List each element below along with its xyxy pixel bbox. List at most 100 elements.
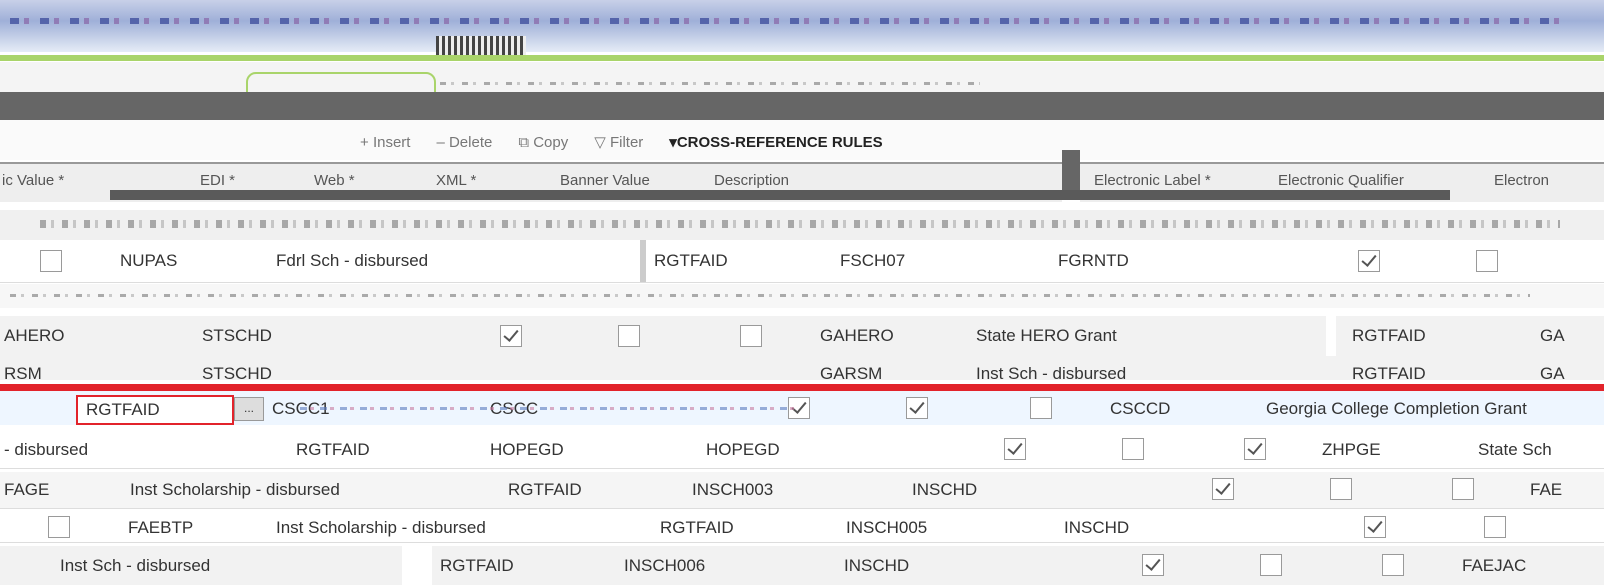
row-banner: CSCCD — [1110, 399, 1171, 418]
row-banner: GAHERO — [820, 326, 894, 345]
filter-label: Filter — [609, 134, 644, 151]
edit-field-value: RGTFAID — [86, 400, 160, 419]
row-checkbox[interactable] — [1364, 516, 1386, 538]
col-banner-value[interactable]: Banner Value — [560, 172, 650, 189]
row-checkbox[interactable] — [1330, 478, 1352, 500]
row-divider — [402, 546, 432, 585]
toolbar-dark-bar — [0, 92, 1604, 120]
green-rule — [0, 55, 1604, 61]
row-checkbox[interactable] — [40, 250, 62, 272]
row-description: Georgia College Completion Grant — [1266, 399, 1527, 418]
filter-button[interactable]: ▽ Filter — [594, 133, 643, 151]
table-row[interactable]: NUPAS Fdrl Sch - disbursed RGTFAID FSCH0… — [0, 240, 1604, 283]
delete-label: Delete — [448, 133, 493, 151]
row-code: STSCHD — [202, 364, 272, 380]
row-checkbox[interactable] — [1260, 554, 1282, 576]
row-checkbox[interactable] — [1484, 516, 1506, 538]
row-banner: GARSM — [820, 364, 883, 380]
title-bar-noise — [10, 18, 1570, 24]
row-label: RGTFAID — [296, 440, 370, 459]
row-description: Inst Sch - disbursed — [60, 556, 211, 575]
row-checkbox[interactable] — [1244, 438, 1266, 460]
row-checkbox[interactable] — [48, 516, 70, 538]
row-qualifier: INSCH005 — [846, 518, 928, 537]
row-value: FAEBTP — [128, 518, 194, 537]
table-row[interactable]: FAEBTP Inst Scholarship - disbursed RGTF… — [0, 512, 1604, 543]
column-divider — [1062, 150, 1080, 195]
row-checkbox[interactable] — [1122, 438, 1144, 460]
col-electronic-cut[interactable]: Electron — [1494, 172, 1549, 189]
row-qualifier: INSCH003 — [692, 480, 774, 499]
col-edi[interactable]: EDI * — [200, 172, 235, 189]
collapse-icon: ▾ — [669, 134, 677, 151]
selected-row-noise — [300, 407, 800, 410]
blurred-row — [0, 210, 1604, 240]
table-row[interactable]: FAGE Inst Scholarship - disbursed RGTFAI… — [0, 472, 1604, 509]
selected-row-border — [0, 384, 1604, 391]
row-checkbox[interactable] — [1452, 478, 1474, 500]
row-cut: State Sch — [1478, 440, 1552, 459]
table-row[interactable]: AHERO STSCHD GAHERO State HERO Grant RGT… — [0, 316, 1604, 357]
row-divider — [1326, 316, 1336, 356]
title-bar — [0, 0, 1604, 52]
toolbar: + Insert – Delete ⧉ Copy ▽ Filter ▾CROSS… — [360, 130, 883, 154]
blurred-row-noise — [40, 220, 1560, 228]
row-checkbox[interactable] — [1358, 250, 1380, 272]
row-description: State HERO Grant — [976, 326, 1117, 345]
row-checkbox[interactable] — [1476, 250, 1498, 272]
table-row[interactable]: - disbursed RGTFAID HOPEGD HOPEGD ZHPGE … — [0, 432, 1604, 469]
blurred-row — [0, 284, 1604, 308]
col-web[interactable]: Web * — [314, 172, 355, 189]
table-row[interactable]: Inst Sch - disbursed RGTFAID INSCH006 IN… — [0, 546, 1604, 585]
col-value[interactable]: ic Value * — [2, 172, 64, 189]
row-checkbox[interactable] — [1030, 397, 1052, 419]
row-label: RGTFAID — [440, 556, 514, 575]
row-cut: FAE — [1530, 480, 1563, 499]
row-description: Fdrl Sch - disbursed — [276, 251, 429, 270]
copy-button[interactable]: ⧉ Copy — [518, 134, 568, 151]
row-qualifier: HOPEGD — [490, 440, 564, 459]
row-divider — [640, 240, 646, 282]
row-description: Inst Scholarship - disbursed — [276, 518, 486, 537]
row-value: FAEJAC — [1462, 556, 1527, 575]
row-value: RSM — [4, 364, 42, 380]
table-row[interactable]: RSM STSCHD GARSM Inst Sch - disbursed RG… — [0, 356, 1604, 380]
edit-field[interactable]: RGTFAID — [76, 395, 234, 425]
breadcrumb-band — [0, 62, 1604, 96]
row-checkbox[interactable] — [740, 325, 762, 347]
copy-label: Copy — [533, 133, 569, 151]
row-checkbox[interactable] — [906, 397, 928, 419]
row-checkbox[interactable] — [1382, 554, 1404, 576]
filter-icon: ▽ — [594, 134, 610, 151]
row-label: RGTFAID — [1352, 326, 1426, 345]
row-value: ZHPGE — [1322, 440, 1381, 459]
table-row-selected[interactable]: RGTFAID ... CSCC1 CSCC CSCCD Georgia Col… — [0, 391, 1604, 425]
section-title: CROSS-REFERENCE RULES — [676, 134, 883, 151]
row-checkbox[interactable] — [500, 325, 522, 347]
header-shadow — [110, 190, 1450, 200]
insert-button[interactable]: + Insert — [360, 134, 410, 151]
blurred-row-noise — [10, 294, 1530, 297]
row-banner: HOPEGD — [706, 440, 780, 459]
col-xml[interactable]: XML * — [436, 172, 476, 189]
row-value: AHERO — [4, 326, 65, 345]
row-value: NUPAS — [120, 251, 178, 270]
row-value: FAGE — [4, 480, 50, 499]
row-checkbox[interactable] — [1212, 478, 1234, 500]
delete-button[interactable]: – Delete — [436, 134, 492, 151]
row-description: - disbursed — [4, 440, 89, 459]
row-description: Inst Sch - disbursed — [976, 364, 1127, 380]
lookup-button[interactable]: ... — [234, 397, 264, 421]
row-checkbox[interactable] — [1142, 554, 1164, 576]
row-description: Inst Scholarship - disbursed — [130, 480, 340, 499]
col-electronic-label[interactable]: Electronic Label * — [1094, 172, 1211, 189]
section-header[interactable]: ▾CROSS-REFERENCE RULES — [669, 133, 882, 151]
row-label: RGTFAID — [1352, 364, 1426, 380]
row-checkbox[interactable] — [1004, 438, 1026, 460]
col-description[interactable]: Description — [714, 172, 789, 189]
minus-icon: – — [436, 133, 449, 151]
row-checkbox[interactable] — [618, 325, 640, 347]
copy-icon: ⧉ — [518, 133, 534, 151]
col-electronic-qualifier[interactable]: Electronic Qualifier — [1278, 172, 1404, 189]
row-label: RGTFAID — [660, 518, 734, 537]
